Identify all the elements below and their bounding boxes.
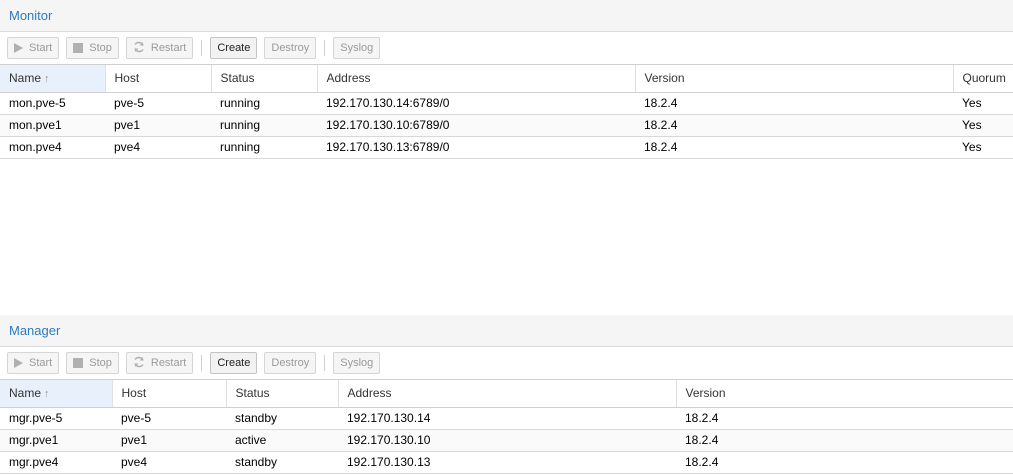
cell-name: mgr.pve1 [0, 429, 112, 452]
table-row[interactable]: mon.pve4 pve4 running 192.170.130.13:678… [0, 136, 1013, 159]
cell-address: 192.170.130.14 [338, 407, 676, 430]
cell-host: pve-5 [105, 92, 211, 115]
sort-ascending-icon: ↑ [44, 388, 50, 401]
column-header-host[interactable]: Host [105, 65, 212, 93]
column-header-status[interactable]: Status [226, 380, 339, 408]
cell-host: pve4 [112, 451, 226, 474]
cell-host: pve4 [105, 136, 211, 159]
cell-address: 192.170.130.13 [338, 451, 676, 474]
monitor-toolbar: Start Stop Restart Create Destroy Syslog [0, 32, 1013, 65]
manager-syslog-button[interactable]: Syslog [333, 352, 381, 374]
cell-status: running [211, 114, 317, 137]
manager-panel-title: Manager [0, 315, 1013, 347]
column-header-address[interactable]: Address [338, 380, 677, 408]
play-icon [14, 358, 23, 368]
start-label: Start [29, 42, 53, 54]
manager-create-button[interactable]: Create [210, 352, 258, 374]
refresh-icon [133, 356, 145, 371]
cell-name: mon.pve-5 [0, 92, 105, 115]
column-header-version[interactable]: Version [676, 380, 1013, 408]
cell-quorum: Yes [953, 92, 1013, 115]
column-header-quorum[interactable]: Quorum [953, 65, 1013, 93]
play-icon [14, 43, 23, 53]
cell-host: pve1 [112, 429, 226, 452]
stop-label: Stop [89, 42, 112, 54]
manager-destroy-button[interactable]: Destroy [264, 352, 317, 374]
cell-status: standby [226, 451, 338, 474]
restart-label: Restart [150, 357, 187, 369]
cell-version: 18.2.4 [635, 136, 953, 159]
cell-address: 192.170.130.13:6789/0 [317, 136, 635, 159]
column-header-address[interactable]: Address [317, 65, 636, 93]
table-row[interactable]: mgr.pve1 pve1 active 192.170.130.10 18.2… [0, 429, 1013, 452]
monitor-panel-title: Monitor [0, 0, 1013, 32]
monitor-create-button[interactable]: Create [210, 37, 258, 59]
cell-host: pve1 [105, 114, 211, 137]
cell-address: 192.170.130.10 [338, 429, 676, 452]
cell-version: 18.2.4 [676, 429, 1013, 452]
column-header-name[interactable]: Name ↑ [0, 65, 106, 93]
column-label: Name [9, 386, 42, 401]
refresh-icon [133, 41, 145, 56]
cell-quorum: Yes [953, 114, 1013, 137]
manager-restart-button[interactable]: Restart [125, 352, 194, 374]
cell-address: 192.170.130.14:6789/0 [317, 92, 635, 115]
monitor-table: Name ↑ Host Status Address Version Quorum… [0, 65, 1013, 159]
monitor-destroy-button[interactable]: Destroy [264, 37, 317, 59]
toolbar-separator [201, 40, 203, 56]
manager-panel: Manager Start Stop Restart Create Destro… [0, 315, 1013, 476]
monitor-stop-button[interactable]: Stop [66, 37, 119, 59]
monitor-syslog-button[interactable]: Syslog [333, 37, 381, 59]
stop-icon [73, 43, 84, 53]
manager-start-button[interactable]: Start [7, 352, 60, 374]
cell-status: active [226, 429, 338, 452]
cell-status: running [211, 92, 317, 115]
monitor-panel: Monitor Start Stop Restart Create Destro… [0, 0, 1013, 315]
manager-table: Name ↑ Host Status Address Version mgr.pv… [0, 380, 1013, 474]
manager-stop-button[interactable]: Stop [66, 352, 119, 374]
stop-label: Stop [89, 357, 112, 369]
restart-label: Restart [150, 42, 187, 54]
table-row[interactable]: mon.pve1 pve1 running 192.170.130.10:678… [0, 114, 1013, 137]
table-header-row: Name ↑ Host Status Address Version Quorum [0, 65, 1013, 93]
toolbar-separator [324, 355, 326, 371]
cell-version: 18.2.4 [635, 114, 953, 137]
toolbar-separator [324, 40, 326, 56]
column-header-status[interactable]: Status [211, 65, 318, 93]
table-row[interactable]: mgr.pve4 pve4 standby 192.170.130.13 18.… [0, 451, 1013, 474]
cell-status: running [211, 136, 317, 159]
sort-ascending-icon: ↑ [44, 73, 50, 86]
cell-version: 18.2.4 [676, 451, 1013, 474]
table-row[interactable]: mgr.pve-5 pve-5 standby 192.170.130.14 1… [0, 407, 1013, 430]
table-header-row: Name ↑ Host Status Address Version [0, 380, 1013, 408]
cell-host: pve-5 [112, 407, 226, 430]
start-label: Start [29, 357, 53, 369]
table-row[interactable]: mon.pve-5 pve-5 running 192.170.130.14:6… [0, 92, 1013, 115]
toolbar-separator [201, 355, 203, 371]
cell-name: mgr.pve-5 [0, 407, 112, 430]
cell-version: 18.2.4 [635, 92, 953, 115]
monitor-restart-button[interactable]: Restart [125, 37, 194, 59]
cell-address: 192.170.130.10:6789/0 [317, 114, 635, 137]
monitor-start-button[interactable]: Start [7, 37, 60, 59]
cell-quorum: Yes [953, 136, 1013, 159]
cell-version: 18.2.4 [676, 407, 1013, 430]
cell-name: mon.pve4 [0, 136, 105, 159]
column-header-version[interactable]: Version [635, 65, 954, 93]
cell-status: standby [226, 407, 338, 430]
cell-name: mgr.pve4 [0, 451, 112, 474]
column-header-host[interactable]: Host [112, 380, 227, 408]
manager-toolbar: Start Stop Restart Create Destroy Syslog [0, 347, 1013, 380]
column-header-name[interactable]: Name ↑ [0, 380, 113, 408]
stop-icon [73, 358, 84, 368]
column-label: Name [9, 71, 42, 86]
cell-name: mon.pve1 [0, 114, 105, 137]
